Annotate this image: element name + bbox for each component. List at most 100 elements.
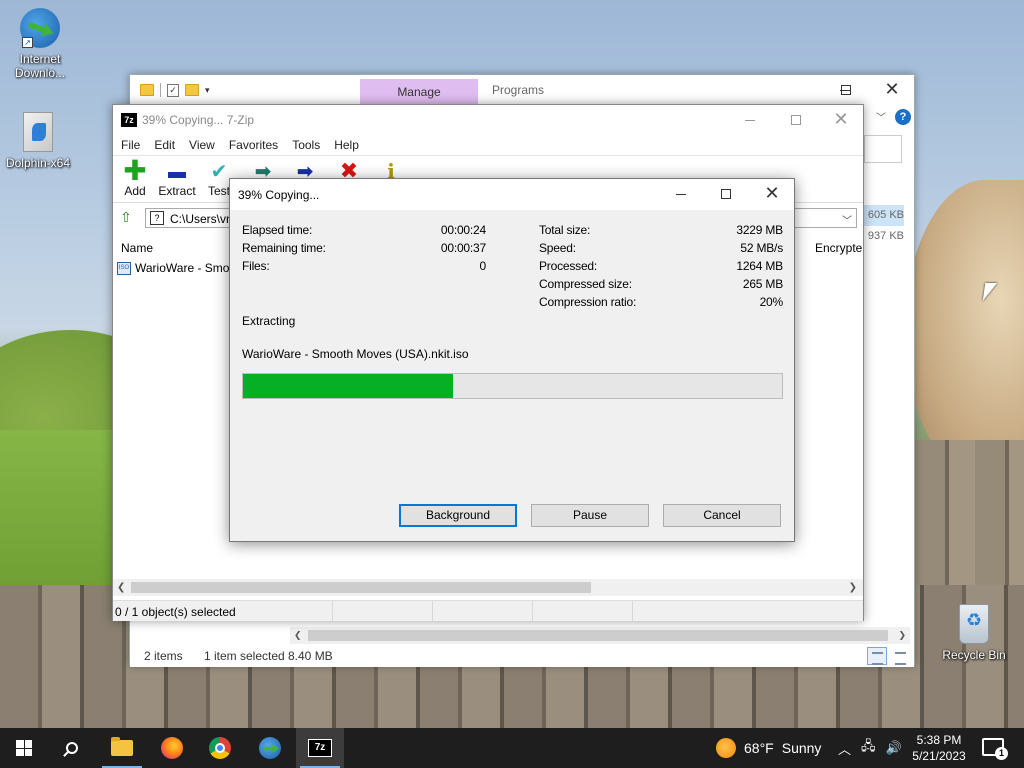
folder-icon[interactable] (140, 84, 154, 96)
quick-access-toolbar: ✓ ▾ (140, 83, 210, 97)
column-name[interactable]: Name (121, 241, 153, 255)
selection-status: 0 / 1 object(s) selected (113, 601, 333, 622)
7zip-minimize-button[interactable] (727, 105, 773, 135)
weather-widget[interactable]: 68°F Sunny (716, 728, 821, 768)
new-folder-icon[interactable] (185, 84, 199, 96)
total-size-value: 3229 MB (736, 223, 783, 237)
maximize-icon (841, 85, 851, 95)
compression-ratio-value: 20% (759, 295, 784, 309)
explorer-title-bar[interactable]: ✓ ▾ Manage Programs (130, 75, 914, 105)
size-cell: 937 KB (867, 230, 904, 242)
taskbar-idm[interactable] (246, 728, 294, 768)
files-label: Files: (242, 259, 270, 273)
dialog-close-button[interactable]: ✕ (749, 179, 795, 209)
menu-help[interactable]: Help (332, 135, 367, 155)
sun-icon (716, 738, 736, 758)
elapsed-time-value: 00:00:24 (440, 223, 486, 237)
dialog-title-bar[interactable]: 39% Copying... ✕ (230, 179, 794, 210)
scrollbar-thumb[interactable] (308, 630, 888, 641)
menu-tools[interactable]: Tools (290, 135, 328, 155)
large-icons-view-icon[interactable] (890, 647, 910, 665)
properties-icon[interactable]: ✓ (167, 83, 179, 97)
7zip-maximize-button[interactable] (773, 105, 819, 135)
address-path: C:\Users\vn (170, 212, 233, 226)
idm-icon (259, 737, 281, 759)
notification-center-button[interactable]: 1 (982, 738, 1008, 760)
menu-edit[interactable]: Edit (152, 135, 183, 155)
operation-label: Extracting (242, 314, 296, 328)
7zip-horizontal-scrollbar[interactable]: ❮ ❯ (113, 579, 863, 596)
chevron-up-icon[interactable]: ︿ (838, 739, 851, 758)
volume-icon[interactable]: 🔊 (886, 740, 902, 756)
scroll-right-icon[interactable]: ❯ (849, 579, 857, 596)
dolphin-icon (23, 112, 53, 152)
taskbar: 7z 68°F Sunny ︿ 🖧 🔊 5:38 PM 5/21/2023 1 (0, 728, 1024, 768)
explorer-maximize-button-2[interactable] (823, 75, 869, 105)
explorer-close-button[interactable]: ✕ (869, 75, 915, 105)
weather-condition: Sunny (781, 740, 822, 756)
7zip-close-button[interactable]: ✕ (818, 105, 864, 135)
add-button[interactable]: ✚ Add (113, 157, 157, 199)
scrollbar-thumb[interactable] (131, 582, 591, 593)
explorer-search-input[interactable] (864, 135, 902, 163)
clock[interactable]: 5:38 PM 5/21/2023 (904, 732, 974, 764)
minimize-icon (745, 119, 755, 121)
scroll-left-icon[interactable]: ❮ (117, 579, 125, 596)
status-cell (333, 601, 433, 622)
dialog-title: 39% Copying... (238, 188, 320, 202)
explorer-size-column: 605 KB 937 KB (864, 205, 904, 247)
help-icon[interactable]: ? (895, 109, 911, 125)
maximize-icon (721, 189, 731, 199)
taskbar-chrome[interactable] (196, 728, 244, 768)
folder-up-icon[interactable]: ⇧ (117, 209, 135, 227)
remaining-time-value: 00:00:37 (440, 241, 486, 255)
desktop-icon-recycle-bin[interactable]: Recycle Bin (936, 604, 1012, 662)
mouse-pointer-icon (982, 283, 998, 301)
minus-icon (155, 160, 199, 182)
taskbar-firefox[interactable] (148, 728, 196, 768)
menu-view[interactable]: View (187, 135, 223, 155)
copy-progress-dialog[interactable]: 39% Copying... ✕ Elapsed time: 00:00:24 … (229, 178, 795, 542)
tab-manage[interactable]: Manage (360, 79, 478, 105)
taskbar-7zip[interactable]: 7z (296, 728, 344, 768)
chevron-down-icon[interactable]: ﹀ (842, 212, 852, 227)
compression-ratio-label: Compression ratio: (539, 295, 637, 309)
search-button[interactable] (48, 728, 96, 768)
maximize-icon (791, 115, 801, 125)
explorer-horizontal-scrollbar[interactable]: ❮ ❯ (290, 627, 910, 644)
7zip-status-bar: 0 / 1 object(s) selected (113, 600, 863, 622)
chevron-down-icon[interactable]: ▾ (205, 85, 210, 96)
file-explorer-icon (111, 737, 133, 756)
recycle-bin-icon (959, 604, 989, 644)
cancel-button[interactable]: Cancel (663, 504, 781, 527)
remaining-time-label: Remaining time: (242, 241, 326, 255)
dialog-minimize-button[interactable] (658, 179, 704, 209)
ribbon-expand-chevron-icon[interactable]: ﹀ (876, 109, 886, 124)
menu-favorites[interactable]: Favorites (227, 135, 286, 155)
system-tray: ︿ 🖧 🔊 (838, 728, 902, 768)
elapsed-time-label: Elapsed time: (242, 223, 313, 237)
taskbar-file-explorer[interactable] (98, 728, 146, 768)
background-button[interactable]: Background (399, 504, 517, 527)
list-item[interactable]: ISO WarioWare - Smoo (117, 259, 236, 277)
pause-button[interactable]: Pause (531, 504, 649, 527)
start-button[interactable] (0, 728, 48, 768)
status-cell (433, 601, 533, 622)
details-view-icon[interactable] (867, 647, 887, 665)
chrome-icon (209, 737, 231, 759)
progress-bar (242, 373, 783, 399)
notification-count: 1 (995, 747, 1008, 760)
menu-file[interactable]: File (119, 135, 148, 155)
desktop-icon-dolphin[interactable]: Dolphin-x64 (0, 112, 76, 170)
scroll-right-icon[interactable]: ❯ (898, 627, 906, 644)
windows-logo-icon (16, 740, 32, 756)
extract-button[interactable]: Extract (155, 160, 199, 198)
column-encrypted[interactable]: Encrypte (815, 241, 862, 255)
wallpaper-figure (905, 180, 1024, 480)
scroll-left-icon[interactable]: ❮ (294, 627, 302, 644)
7zip-title-bar[interactable]: 7z 39% Copying... 7-Zip ✕ (113, 105, 863, 135)
dialog-maximize-button[interactable] (703, 179, 749, 209)
current-file-name: WarioWare - Smooth Moves (USA).nkit.iso (242, 347, 469, 361)
desktop-icon-idm[interactable]: ↗ Internet Downlo... (2, 8, 78, 80)
network-icon[interactable]: 🖧 (861, 737, 876, 759)
